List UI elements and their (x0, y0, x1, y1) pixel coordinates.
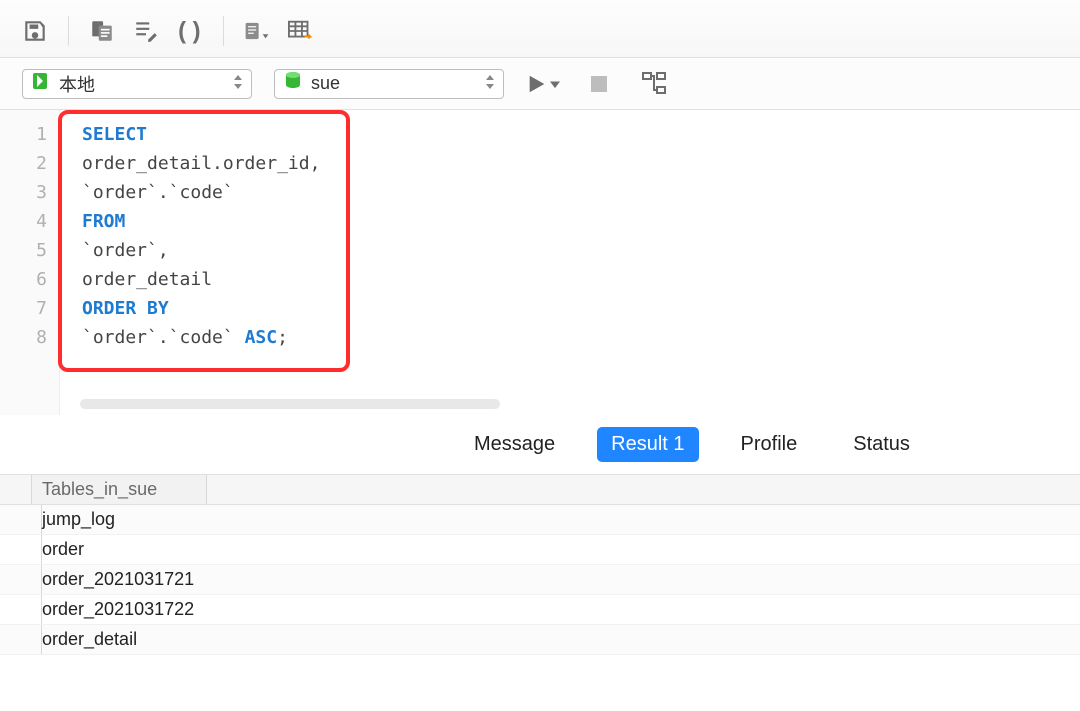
code-line[interactable]: ORDER BY (82, 294, 1080, 323)
updown-caret-icon (485, 73, 495, 94)
line-number: 8 (0, 323, 47, 352)
table-row[interactable]: order_2021031722 (0, 595, 1080, 625)
column-header-row: Tables_in_sue (0, 475, 1080, 505)
run-button[interactable] (526, 73, 560, 95)
code-token: `order`.`code` (82, 182, 234, 203)
line-number: 7 (0, 294, 47, 323)
save-icon[interactable] (18, 14, 52, 48)
stop-button[interactable] (582, 67, 616, 101)
cell[interactable]: jump_log (42, 509, 115, 530)
cell[interactable]: order_detail (42, 629, 137, 650)
connection-label: 本地 (59, 71, 225, 97)
code-line[interactable]: `order`, (82, 236, 1080, 265)
cell[interactable]: order_2021031721 (42, 569, 194, 590)
code-line[interactable]: FROM (82, 207, 1080, 236)
row-gutter (10, 625, 42, 654)
sql-editor[interactable]: 12345678 SELECT order_detail.order_id, `or… (0, 110, 1080, 415)
code-line[interactable]: order_detail.order_id, (82, 149, 1080, 178)
table-row[interactable]: jump_log (0, 505, 1080, 535)
code-line[interactable]: `order`.`code` (82, 178, 1080, 207)
code-content[interactable]: SELECT order_detail.order_id, `order`.`cod… (82, 120, 1080, 352)
row-gutter (10, 535, 42, 564)
database-dropdown[interactable]: sue (274, 69, 504, 99)
tab-profile[interactable]: Profile (727, 427, 812, 462)
row-gutter (10, 565, 42, 594)
keyword-token: ASC (245, 327, 278, 348)
line-number: 2 (0, 149, 47, 178)
row-gutter (10, 595, 42, 624)
keyword-token: FROM (82, 211, 125, 232)
horizontal-scrollbar[interactable] (80, 399, 500, 409)
toolbar-separator (223, 16, 224, 46)
copy-docs-icon[interactable] (85, 14, 119, 48)
line-number: 6 (0, 265, 47, 294)
header-corner (0, 475, 32, 504)
table-row[interactable]: order (0, 535, 1080, 565)
line-number: 5 (0, 236, 47, 265)
table-export-icon[interactable] (284, 14, 318, 48)
parentheses-icon[interactable]: ( ) (173, 14, 207, 48)
code-line[interactable]: order_detail (82, 265, 1080, 294)
cell[interactable]: order_2021031722 (42, 599, 194, 620)
edit-list-icon[interactable] (129, 14, 163, 48)
line-number: 4 (0, 207, 47, 236)
keyword-token: SELECT (82, 124, 147, 145)
tab-result-1[interactable]: Result 1 (597, 427, 698, 462)
code-token: order_detail (82, 269, 212, 290)
code-token: `order`.`code` (82, 327, 245, 348)
line-gutter: 12345678 (0, 110, 60, 415)
line-number: 3 (0, 178, 47, 207)
table-row[interactable]: order_detail (0, 625, 1080, 655)
code-line[interactable]: SELECT (82, 120, 1080, 149)
tab-message[interactable]: Message (460, 427, 569, 462)
results-tabs: Message Result 1 Profile Status (0, 415, 1080, 475)
main-toolbar: ( ) (0, 0, 1080, 58)
cell[interactable]: order (42, 539, 84, 560)
explain-plan-icon[interactable] (638, 67, 672, 101)
results-grid: Tables_in_sue jump_logorder order_2021031… (0, 475, 1080, 655)
connection-toolbar: 本地 sue (0, 58, 1080, 110)
database-label: sue (311, 73, 477, 94)
updown-caret-icon (233, 73, 243, 94)
tab-status[interactable]: Status (839, 427, 924, 462)
toolbar-separator (68, 16, 69, 46)
code-token: order_detail.order_id, (82, 153, 320, 174)
row-gutter (10, 505, 42, 534)
keyword-token: ORDER BY (82, 298, 169, 319)
code-token: `order`, (82, 240, 169, 261)
code-line[interactable]: `order`.`code` ASC; (82, 323, 1080, 352)
database-icon (283, 71, 303, 96)
connection-icon (31, 71, 51, 96)
line-number: 1 (0, 120, 47, 149)
code-token: ; (277, 327, 288, 348)
column-header[interactable]: Tables_in_sue (32, 475, 207, 504)
document-dropdown-icon[interactable] (240, 14, 274, 48)
svg-text:( ): ( ) (178, 18, 201, 44)
table-row[interactable]: order_2021031721 (0, 565, 1080, 595)
connection-dropdown[interactable]: 本地 (22, 69, 252, 99)
